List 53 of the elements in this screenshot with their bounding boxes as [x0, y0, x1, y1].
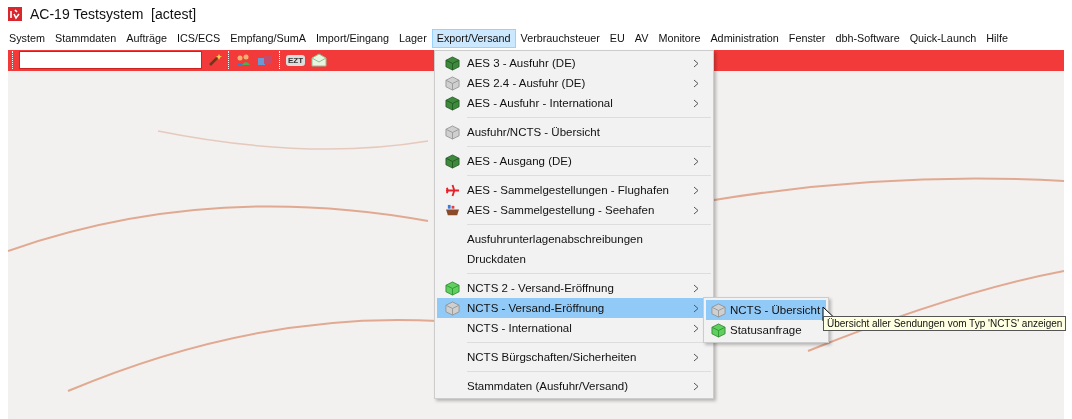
cube-icon	[444, 124, 460, 140]
menu-bar-item[interactable]: AV	[629, 28, 654, 48]
menu-item[interactable]: Ausfuhrunterlagenabschreibungen	[437, 229, 711, 249]
menu-item[interactable]: NCTS - Übersicht	[706, 300, 826, 320]
menu-item[interactable]: Ausfuhr/NCTS - Übersicht	[437, 122, 711, 142]
cube-icon	[444, 75, 460, 91]
menu-item[interactable]: AES - Ausgang (DE)	[437, 151, 711, 171]
menu-bar-item[interactable]: Export/Versand	[431, 28, 516, 48]
menu-item[interactable]: AES - Sammelgestellung - Seehafen	[437, 200, 711, 220]
window-title: AC-19 Testsystem [actest]	[30, 6, 197, 23]
menu-bar-item[interactable]: Import/Eingang	[310, 28, 395, 48]
app-logo-icon	[8, 7, 22, 22]
tooltip: Übersicht aller Sendungen vom Typ 'NCTS' anzeigen	[823, 316, 1067, 331]
airplane-icon	[444, 183, 460, 197]
cube-icon	[710, 302, 726, 318]
ship-icon	[444, 203, 460, 217]
cube-icon	[444, 280, 460, 296]
menu-bar-item[interactable]: Fenster	[783, 28, 831, 48]
menu-bar-item[interactable]: Empfang/SumA	[225, 28, 311, 48]
menu-item[interactable]: AES - Sammelgestellungen - Flughafen	[437, 180, 711, 200]
cube-icon	[710, 322, 726, 338]
magic-wand-icon[interactable]	[208, 53, 222, 68]
envelope-icon[interactable]	[311, 53, 328, 68]
menu-bar-item[interactable]: System	[4, 28, 50, 48]
cube-icon	[444, 95, 460, 111]
chevron-icon	[693, 352, 699, 362]
menu-bar-item[interactable]: Hilfe	[981, 28, 1013, 48]
menu-bar-item[interactable]: Stammdaten	[50, 28, 122, 48]
menu-item[interactable]: NCTS 2 - Versand-Eröffnung	[437, 278, 711, 298]
search-field[interactable]	[19, 51, 202, 70]
menu-bar-item[interactable]: Lager	[394, 28, 432, 48]
users-icon[interactable]	[235, 53, 251, 68]
chevron-icon	[693, 156, 699, 166]
menu-item[interactable]: AES 3 - Ausfuhr (DE)	[437, 53, 711, 73]
menu-item[interactable]: AES 2.4 - Ausfuhr (DE)	[437, 73, 711, 93]
menu-item[interactable]: Druckdaten	[437, 249, 711, 269]
menu-item[interactable]: AES - Ausfuhr - International	[437, 93, 711, 113]
menu-bar-item[interactable]: Quick-Launch	[904, 28, 982, 48]
menu-bar-item[interactable]: Administration	[705, 28, 784, 48]
menu-bar-item[interactable]: Verbrauchsteuer	[515, 28, 605, 48]
cube-icon	[444, 55, 460, 71]
menu-item[interactable]: Statusanfrage	[706, 320, 826, 340]
menu-bar-item[interactable]: Monitore	[653, 28, 706, 48]
menu-bar-item[interactable]: ICS/ECS	[172, 28, 226, 48]
cube-icon	[444, 153, 460, 169]
chevron-icon	[693, 381, 699, 391]
menu-item[interactable]: NCTS Bürgschaften/Sicherheiten	[437, 347, 711, 367]
menu-bar-item[interactable]: EU	[604, 28, 630, 48]
ezt-icon[interactable]: EZT	[286, 54, 306, 66]
menu-bar-item[interactable]: Aufträge	[121, 28, 173, 48]
cube-icon	[444, 300, 460, 316]
menu-bar-item[interactable]: dbh-Software	[830, 28, 905, 48]
menu-item[interactable]: Stammdaten (Ausfuhr/Versand)	[437, 376, 711, 396]
